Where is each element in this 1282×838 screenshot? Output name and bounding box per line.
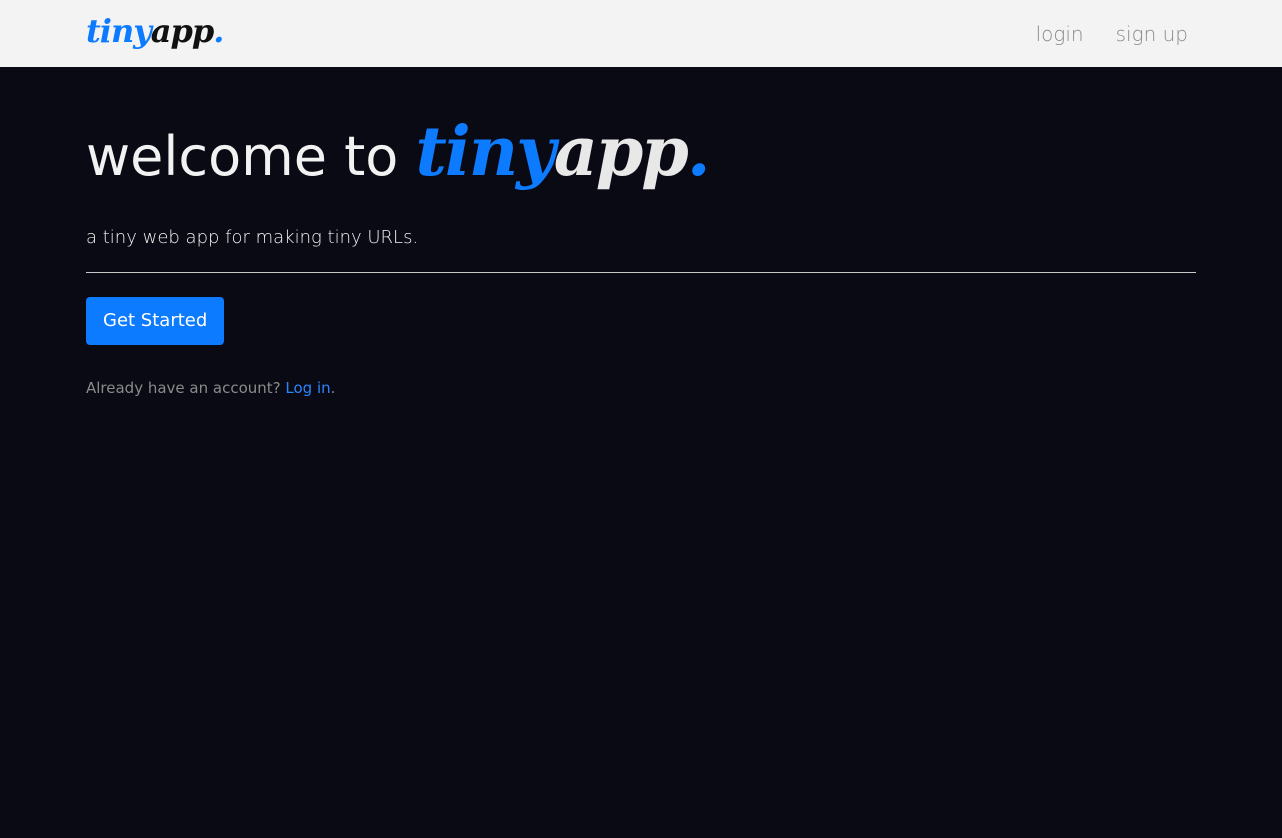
hero-logo-app: app — [553, 112, 689, 192]
brand-logo[interactable]: tinyapp. — [86, 8, 224, 54]
account-prompt-text: Already have an account? — [86, 379, 286, 397]
brand-logo-tiny: tiny — [86, 12, 152, 50]
get-started-button[interactable]: Get Started — [86, 297, 225, 345]
hero-divider — [86, 272, 1196, 273]
hero-logo-dot: . — [686, 112, 711, 192]
hero-lead: a tiny web app for making tiny URLs. — [86, 227, 419, 248]
hero-logo-tiny: tiny — [415, 112, 555, 192]
brand-logo-dot: . — [213, 12, 224, 50]
account-prompt: Already have an account? Log in. — [86, 379, 1196, 397]
hero-title-prefix: welcome to — [86, 125, 416, 188]
top-navbar: tinyapp. login sign up — [0, 0, 1282, 67]
hero-title: welcome to tinyapp. — [86, 100, 1196, 209]
nav-login-link[interactable]: login — [1036, 18, 1084, 50]
login-link[interactable]: Log in — [285, 379, 330, 397]
nav-signup-link[interactable]: sign up — [1116, 18, 1188, 50]
brand-logo-app: app — [150, 12, 214, 50]
account-prompt-period: . — [330, 379, 336, 397]
hero-section: welcome to tinyapp. a tiny web app for m… — [86, 100, 1196, 397]
nav-links: login sign up — [1036, 18, 1188, 50]
hero-logo: tinyapp. — [415, 112, 711, 192]
